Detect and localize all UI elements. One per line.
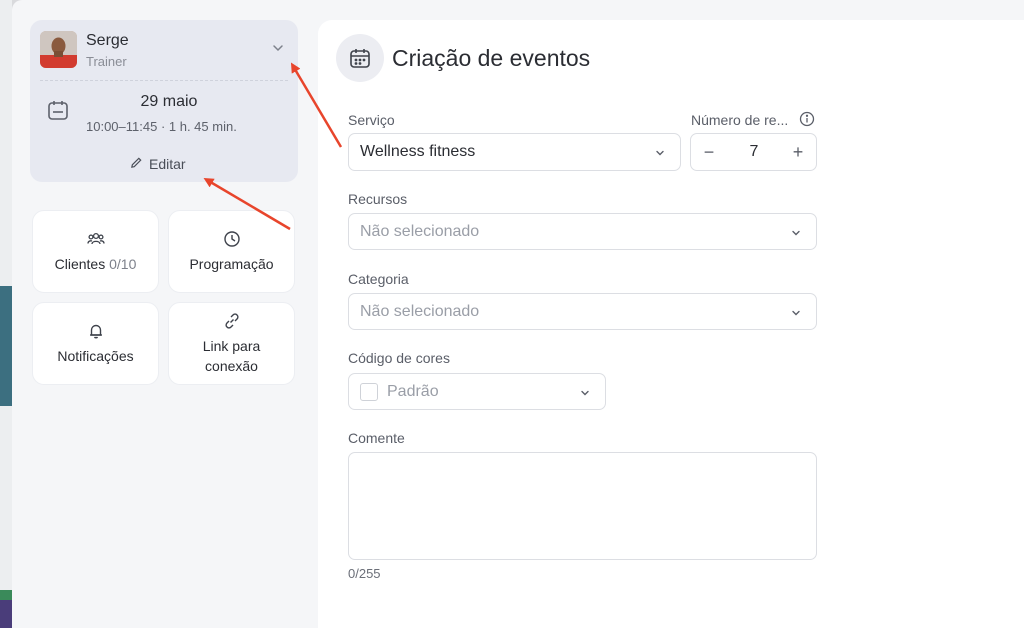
color-code-select[interactable]: Padrão <box>348 373 606 410</box>
category-placeholder: Não selecionado <box>360 302 480 320</box>
service-label: Serviço <box>348 112 395 128</box>
users-icon <box>86 230 105 248</box>
category-label: Categoria <box>348 271 409 287</box>
color-code-value: Padrão <box>387 382 439 400</box>
pencil-icon <box>130 156 143 172</box>
edit-button[interactable]: Editar <box>130 154 186 174</box>
reps-stepper: − 7 + <box>690 133 817 171</box>
tile-notifications[interactable]: Notificações <box>32 302 159 385</box>
service-select[interactable]: Wellness fitness <box>348 133 681 171</box>
color-code-label: Código de cores <box>348 350 450 366</box>
tile-clients[interactable]: Clientes 0/10 <box>32 210 159 293</box>
category-select[interactable]: Não selecionado <box>348 293 817 330</box>
resources-select[interactable]: Não selecionado <box>348 213 817 250</box>
info-icon[interactable] <box>799 111 815 127</box>
increment-button[interactable]: + <box>788 142 808 162</box>
service-value: Wellness fitness <box>360 143 476 160</box>
chevron-down-icon[interactable] <box>270 40 286 56</box>
card-divider <box>40 80 288 81</box>
tile-link-label-line1: Link para <box>202 337 261 354</box>
trainer-role: Trainer <box>86 54 127 69</box>
tile-link-label-line2: conexão <box>205 357 258 374</box>
clock-icon <box>223 230 241 248</box>
avatar <box>40 31 77 68</box>
resources-placeholder: Não selecionado <box>360 222 480 240</box>
chevron-down-icon <box>579 386 591 398</box>
comment-label: Comente <box>348 430 405 446</box>
trainer-name: Serge <box>86 32 129 49</box>
event-date: 29 maio <box>140 93 198 110</box>
calendar-title-icon <box>336 34 384 82</box>
tile-schedule[interactable]: Programação <box>168 210 295 293</box>
chevron-down-icon <box>790 226 802 238</box>
background-calendar-strip <box>0 0 12 628</box>
page-title: Criação de eventos <box>392 45 591 71</box>
chevron-down-icon <box>654 146 666 158</box>
event-form: Criação de eventos Serviço Wellness fitn… <box>318 20 1024 628</box>
comment-counter: 0/255 <box>348 566 381 581</box>
comment-textarea[interactable] <box>348 452 817 560</box>
event-modal: Serge Trainer 29 maio 10:00–11:45 · 1 h.… <box>12 0 1024 628</box>
tile-connection-link[interactable]: Link para conexão <box>168 302 295 385</box>
edit-label: Editar <box>149 156 186 172</box>
link-icon <box>223 312 241 330</box>
tile-notifications-label: Notificações <box>57 347 134 364</box>
calendar-icon <box>46 98 70 122</box>
event-time: 10:00–11:45 · 1 h. 45 min. <box>86 119 237 134</box>
tile-clients-count: 0/10 <box>109 255 137 272</box>
reps-value[interactable]: 7 <box>731 143 777 161</box>
trainer-card: Serge Trainer 29 maio 10:00–11:45 · 1 h.… <box>30 20 298 182</box>
resources-label: Recursos <box>348 191 408 207</box>
bell-icon <box>87 322 105 340</box>
decrement-button[interactable]: − <box>699 142 719 162</box>
chevron-down-icon <box>790 306 802 318</box>
tile-schedule-label: Programação <box>189 255 274 272</box>
color-swatch <box>360 382 378 401</box>
tile-clients-label: Clientes <box>54 255 106 272</box>
reps-label: Número de re... <box>691 112 789 128</box>
left-pane: Serge Trainer 29 maio 10:00–11:45 · 1 h.… <box>12 0 318 628</box>
